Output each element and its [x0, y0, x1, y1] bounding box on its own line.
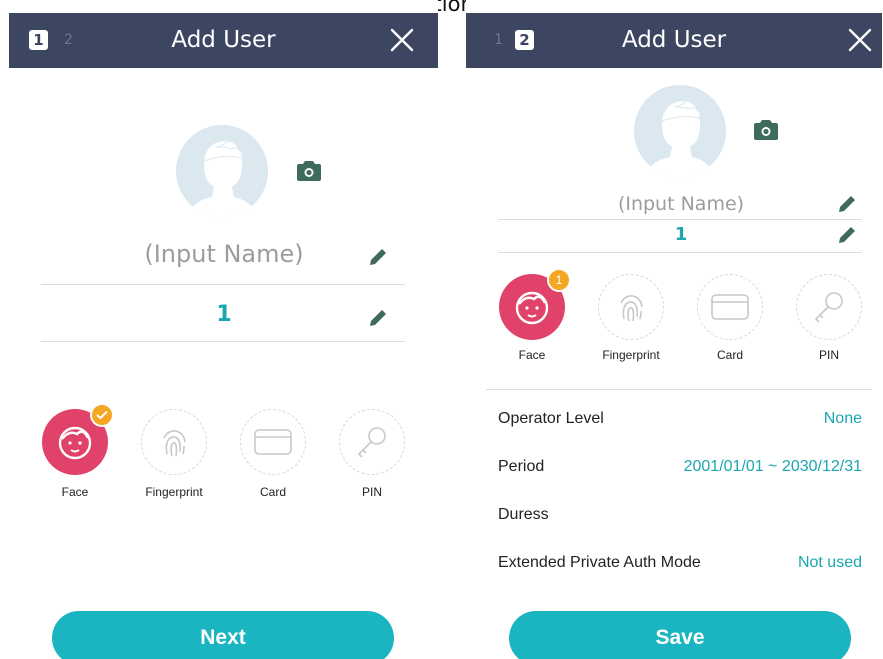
pin-circle	[796, 274, 862, 340]
face-selected-check-icon	[90, 403, 114, 427]
divider	[498, 252, 862, 253]
avatar-silhouette-icon	[176, 125, 268, 217]
setting-value: None	[823, 410, 862, 427]
auth-method-card[interactable]: Card	[697, 274, 763, 362]
edit-id-pencil-icon[interactable]	[367, 307, 389, 329]
auth-method-fingerprint[interactable]: Fingerprint	[141, 409, 207, 499]
save-button[interactable]: Save	[509, 611, 851, 659]
auth-label-pin: PIN	[361, 485, 382, 499]
edit-name-pencil-icon[interactable]	[367, 246, 389, 268]
camera-icon[interactable]	[295, 160, 323, 182]
auth-label-card: Card	[716, 348, 743, 362]
close-icon[interactable]	[389, 27, 415, 53]
avatar-silhouette-icon	[634, 85, 726, 177]
setting-value: Not used	[797, 554, 862, 571]
title-bar: 1 2 Add User	[9, 13, 438, 68]
card-icon	[254, 429, 292, 455]
add-user-step2-screen: 1 2 Add User (Input Name) 1 1 Face Finge…	[466, 0, 882, 659]
card-circle	[697, 274, 763, 340]
camera-icon[interactable]	[752, 119, 780, 141]
card-icon	[711, 294, 749, 320]
setting-label: Duress	[498, 506, 549, 523]
fingerprint-circle	[598, 274, 664, 340]
auth-method-face[interactable]: Face	[42, 403, 114, 499]
card-circle	[240, 409, 306, 475]
edit-name-pencil-icon[interactable]	[836, 193, 858, 215]
user-id-field[interactable]: 1	[556, 224, 806, 245]
next-button[interactable]: Next	[52, 611, 394, 659]
divider	[498, 219, 862, 220]
face-icon	[58, 426, 92, 460]
divider	[486, 389, 872, 390]
fingerprint-circle	[141, 409, 207, 475]
close-icon[interactable]	[847, 27, 873, 53]
auth-label-face: Face	[518, 348, 546, 362]
auth-label-fingerprint: Fingerprint	[145, 485, 203, 499]
setting-operator-level[interactable]: Operator Level None	[498, 406, 862, 432]
user-avatar	[176, 125, 268, 217]
auth-method-card[interactable]: Card	[240, 409, 306, 499]
face-icon	[515, 291, 549, 325]
setting-period[interactable]: Period 2001/01/01 ~ 2030/12/31	[498, 454, 862, 480]
setting-label: Extended Private Auth Mode	[498, 554, 701, 571]
auth-label-fingerprint: Fingerprint	[602, 348, 660, 362]
edit-id-pencil-icon[interactable]	[836, 224, 858, 246]
fingerprint-icon	[620, 295, 643, 322]
user-name-field[interactable]: (Input Name)	[99, 240, 349, 268]
setting-label: Operator Level	[498, 410, 604, 427]
auth-label-face: Face	[61, 485, 89, 499]
setting-value: 2001/01/01 ~ 2030/12/31	[683, 458, 862, 475]
auth-method-pin[interactable]: PIN	[339, 409, 405, 499]
auth-label-card: Card	[259, 485, 286, 499]
page-title: Add User	[171, 27, 276, 53]
title-bar: 1 2 Add User	[466, 13, 882, 68]
pin-circle	[339, 409, 405, 475]
auth-method-face[interactable]: 1 Face	[499, 268, 571, 362]
auth-method-pin[interactable]: PIN	[796, 274, 862, 362]
page-title: Add User	[621, 27, 727, 53]
auth-label-pin: PIN	[818, 348, 839, 362]
divider	[41, 284, 405, 285]
setting-label: Period	[498, 458, 545, 475]
key-icon	[814, 292, 843, 323]
setting-duress[interactable]: Duress	[498, 502, 862, 528]
user-name-field[interactable]: (Input Name)	[556, 193, 806, 215]
key-icon	[357, 427, 386, 458]
add-user-step1-screen: 1 2 Add User (Input Name) 1 Face Fingerp…	[9, 0, 438, 659]
user-avatar	[634, 85, 726, 177]
setting-extended-private-auth-mode[interactable]: Extended Private Auth Mode Not used	[498, 550, 862, 576]
face-count-badge: 1	[547, 268, 571, 292]
user-id-field[interactable]: 1	[99, 302, 349, 327]
fingerprint-icon	[163, 430, 186, 457]
auth-method-fingerprint[interactable]: Fingerprint	[598, 274, 664, 362]
divider	[41, 341, 405, 342]
